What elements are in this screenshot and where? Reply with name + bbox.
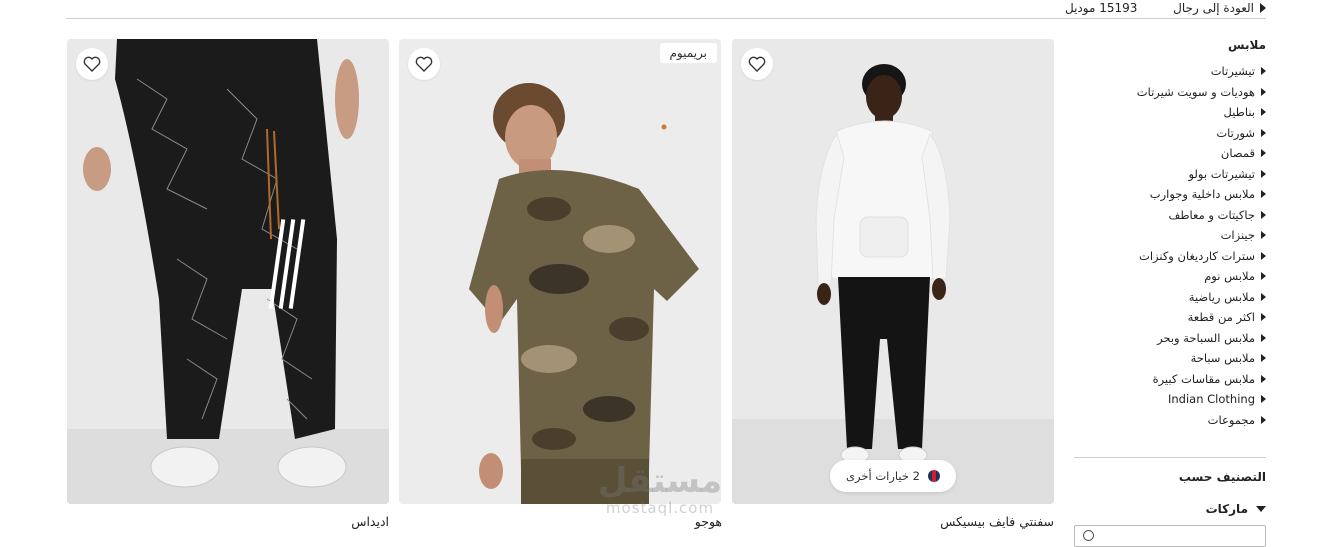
- category-label: ملابس السباحة وبحر: [1157, 330, 1255, 345]
- chevron-down-icon: [1256, 506, 1266, 512]
- brands-heading: ماركات: [1205, 502, 1248, 516]
- category-item[interactable]: سترات كارديغان وكنزات: [1074, 246, 1266, 267]
- category-label: ملابس مقاسات كبيرة: [1152, 371, 1255, 386]
- category-item[interactable]: بناطيل: [1074, 102, 1266, 123]
- brand-search-input[interactable]: [1074, 525, 1266, 547]
- wishlist-button[interactable]: [408, 48, 440, 80]
- product-image-hoodie: [732, 39, 1054, 504]
- category-label: شورتات: [1216, 125, 1255, 140]
- triangle-left-icon: [1261, 169, 1266, 178]
- more-options-pill[interactable]: 2 خيارات أخرى: [830, 460, 956, 492]
- site-watermark: مستقل mostaql.com: [590, 462, 730, 522]
- triangle-left-icon: [1261, 333, 1266, 342]
- category-item[interactable]: مجموعات: [1074, 410, 1266, 431]
- back-to-men-link[interactable]: العودة إلى رجال: [1173, 1, 1266, 15]
- category-item[interactable]: جاكيتات و معاطف: [1074, 205, 1266, 226]
- triangle-left-icon: [1261, 128, 1266, 137]
- product-card-2[interactable]: بريميوم: [399, 39, 721, 504]
- color-swatch: [927, 470, 940, 482]
- category-item[interactable]: تيشيرتات: [1074, 61, 1266, 82]
- category-item[interactable]: تيشيرتات بولو: [1074, 164, 1266, 185]
- sidebar-divider: [1074, 457, 1266, 458]
- product-brand-3[interactable]: اديداس: [351, 514, 389, 529]
- category-label: هوديات و سويت شيرتات: [1136, 84, 1255, 99]
- brands-filter-toggle[interactable]: ماركات: [1206, 502, 1266, 516]
- more-options-label: 2 خيارات أخرى: [846, 469, 920, 483]
- triangle-left-icon: [1261, 313, 1266, 322]
- triangle-left-icon: [1261, 67, 1266, 76]
- watermark-arabic: مستقل: [597, 461, 723, 501]
- category-item[interactable]: ملابس رياضية: [1074, 287, 1266, 308]
- heart-icon: [748, 56, 766, 72]
- category-label: Indian Clothing: [1167, 392, 1255, 406]
- category-label: ملابس نوم: [1204, 269, 1255, 283]
- sort-heading: التصنيف حسب: [1178, 470, 1266, 484]
- premium-badge: بريميوم: [659, 43, 717, 63]
- triangle-left-icon: [1261, 374, 1266, 383]
- heart-icon: [83, 56, 101, 72]
- category-label: سترات كارديغان وكنزات: [1139, 248, 1255, 263]
- triangle-left-icon: [1261, 108, 1266, 117]
- heart-icon: [415, 56, 433, 72]
- category-label: بناطيل: [1223, 105, 1255, 119]
- category-item[interactable]: ملابس سباحة: [1074, 348, 1266, 369]
- category-label: ملابس سباحة: [1190, 351, 1255, 365]
- triangle-left-icon: [1261, 231, 1266, 240]
- product-image-camo-tee: [399, 39, 721, 504]
- category-sidebar: ملابس تيشيرتات هوديات و سويت شيرتات بناطيل…: [1074, 38, 1266, 430]
- category-item[interactable]: هوديات و سويت شيرتات: [1074, 82, 1266, 103]
- category-label: تيشيرتات بولو: [1188, 166, 1255, 181]
- product-brand-1[interactable]: سفنتي فايف بيسيكس: [940, 514, 1054, 529]
- triangle-left-icon: [1261, 292, 1266, 301]
- top-divider: [66, 18, 1266, 19]
- triangle-left-icon: [1261, 272, 1266, 281]
- category-list: تيشيرتات هوديات و سويت شيرتات بناطيل شورتات…: [1074, 61, 1266, 430]
- category-label: ملابس رياضية: [1188, 289, 1255, 304]
- category-item[interactable]: اكثر من قطعة: [1074, 307, 1266, 328]
- watermark-latin: mostaql.com: [605, 499, 715, 517]
- category-item[interactable]: ملابس مقاسات كبيرة: [1074, 369, 1266, 390]
- category-item[interactable]: ملابس السباحة وبحر: [1074, 328, 1266, 349]
- product-card-1[interactable]: 2 خيارات أخرى: [732, 39, 1054, 504]
- category-label: ملابس داخلية وجوارب: [1149, 187, 1255, 201]
- triangle-left-icon: [1261, 190, 1266, 199]
- category-label: جاكيتات و معاطف: [1168, 207, 1256, 222]
- category-heading: ملابس: [1227, 38, 1266, 52]
- wishlist-button[interactable]: [76, 48, 108, 80]
- category-item[interactable]: ملابس نوم: [1074, 266, 1266, 287]
- back-label: العودة إلى رجال: [1173, 1, 1254, 15]
- category-item[interactable]: ملابس داخلية وجوارب: [1074, 184, 1266, 205]
- category-item[interactable]: شورتات: [1074, 123, 1266, 144]
- category-label: تيشيرتات: [1210, 64, 1255, 78]
- triangle-left-icon: [1261, 415, 1266, 424]
- product-image-joggers: [67, 39, 389, 504]
- back-arrow-icon: [1260, 3, 1266, 13]
- triangle-left-icon: [1261, 251, 1266, 260]
- category-label: جينزات: [1220, 228, 1255, 242]
- wishlist-button[interactable]: [741, 48, 773, 80]
- triangle-left-icon: [1261, 210, 1266, 219]
- category-label: قمصان: [1220, 146, 1255, 160]
- category-item[interactable]: قمصان: [1074, 143, 1266, 164]
- product-count: 15193 موديل: [1065, 1, 1138, 15]
- category-item[interactable]: Indian Clothing: [1074, 389, 1266, 410]
- triangle-left-icon: [1261, 354, 1266, 363]
- product-card-3[interactable]: [67, 39, 389, 504]
- triangle-left-icon: [1261, 87, 1266, 96]
- category-label: اكثر من قطعة: [1187, 310, 1255, 324]
- category-item[interactable]: جينزات: [1074, 225, 1266, 246]
- triangle-left-icon: [1261, 149, 1266, 158]
- search-icon: [1083, 530, 1094, 541]
- triangle-left-icon: [1261, 395, 1266, 404]
- category-label: مجموعات: [1207, 412, 1255, 427]
